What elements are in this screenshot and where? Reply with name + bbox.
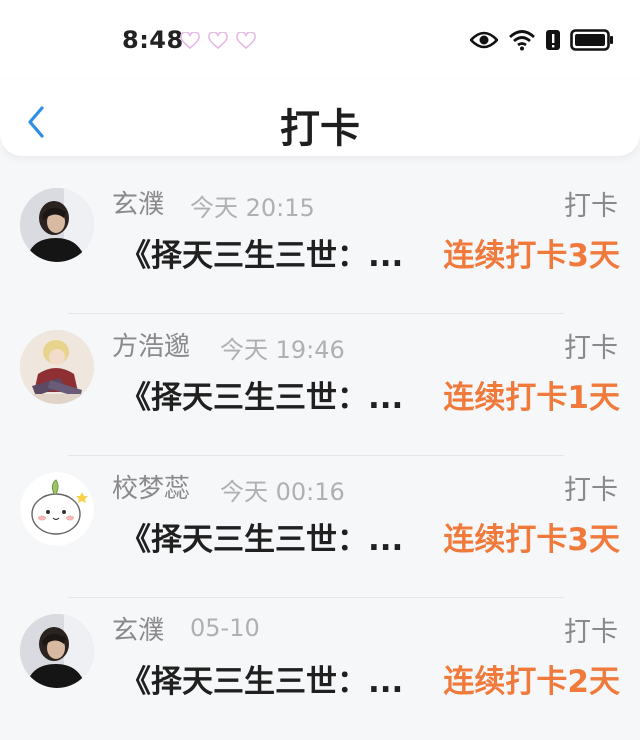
user-name: 方浩邈 <box>112 332 191 362</box>
eye-icon <box>470 31 498 49</box>
wifi-icon <box>509 30 535 51</box>
book-title[interactable]: 《择天三生三世：... <box>120 372 403 417</box>
book-title[interactable]: 《择天三生三世：... <box>120 656 403 701</box>
book-title[interactable]: 《择天三生三世：... <box>120 514 403 559</box>
avatar[interactable] <box>20 614 94 688</box>
list-item[interactable]: 校梦蕊 今天 00:16 打卡 《择天三生三世：... 连续打卡3天 <box>0 456 640 598</box>
status-bar: 8:48 <box>0 0 640 80</box>
checkin-tag: 打卡 <box>564 191 618 222</box>
page-header: 打卡 <box>0 80 640 156</box>
battery-icon <box>570 29 613 51</box>
alert-icon <box>546 30 560 50</box>
streak-text: 连续打卡3天 <box>443 522 620 558</box>
checkin-list: 玄濮 今天 20:15 打卡 《择天三生三世：... 连续打卡3天 方浩邈 今天… <box>0 172 640 740</box>
user-name: 玄濮 <box>112 190 165 220</box>
heart-icon <box>180 32 200 50</box>
checkin-tag: 打卡 <box>564 617 618 648</box>
streak-text: 连续打卡2天 <box>443 664 620 700</box>
avatar[interactable] <box>20 472 94 546</box>
avatar-person-icon <box>20 188 94 262</box>
streak-text: 连续打卡3天 <box>443 238 620 274</box>
list-item[interactable]: 方浩邈 今天 19:46 打卡 《择天三生三世：... 连续打卡1天 <box>0 314 640 456</box>
heart-icon <box>236 32 256 50</box>
avatar-anime-icon <box>20 330 94 404</box>
avatar[interactable] <box>20 188 94 262</box>
avatar-bun-icon <box>20 472 94 546</box>
checkin-time: 今天 19:46 <box>220 336 345 364</box>
user-name: 玄濮 <box>112 616 165 646</box>
book-title[interactable]: 《择天三生三世：... <box>120 230 403 275</box>
checkin-time: 今天 20:15 <box>190 194 315 222</box>
avatar[interactable] <box>20 330 94 404</box>
streak-text: 连续打卡1天 <box>443 380 620 416</box>
system-icons <box>470 28 614 52</box>
heart-icon <box>208 32 228 50</box>
checkin-tag: 打卡 <box>564 333 618 364</box>
clock: 8:48 <box>122 26 184 54</box>
notification-icons <box>180 32 256 50</box>
checkin-time: 05-10 <box>190 614 260 642</box>
page-title: 打卡 <box>280 106 360 152</box>
checkin-tag: 打卡 <box>564 475 618 506</box>
checkin-time: 今天 00:16 <box>220 478 345 506</box>
list-item[interactable]: 玄濮 今天 20:15 打卡 《择天三生三世：... 连续打卡3天 <box>0 172 640 314</box>
user-name: 校梦蕊 <box>112 474 191 504</box>
list-item[interactable]: 玄濮 05-10 打卡 《择天三生三世：... 连续打卡2天 <box>0 598 640 740</box>
avatar-person-icon <box>20 614 94 688</box>
